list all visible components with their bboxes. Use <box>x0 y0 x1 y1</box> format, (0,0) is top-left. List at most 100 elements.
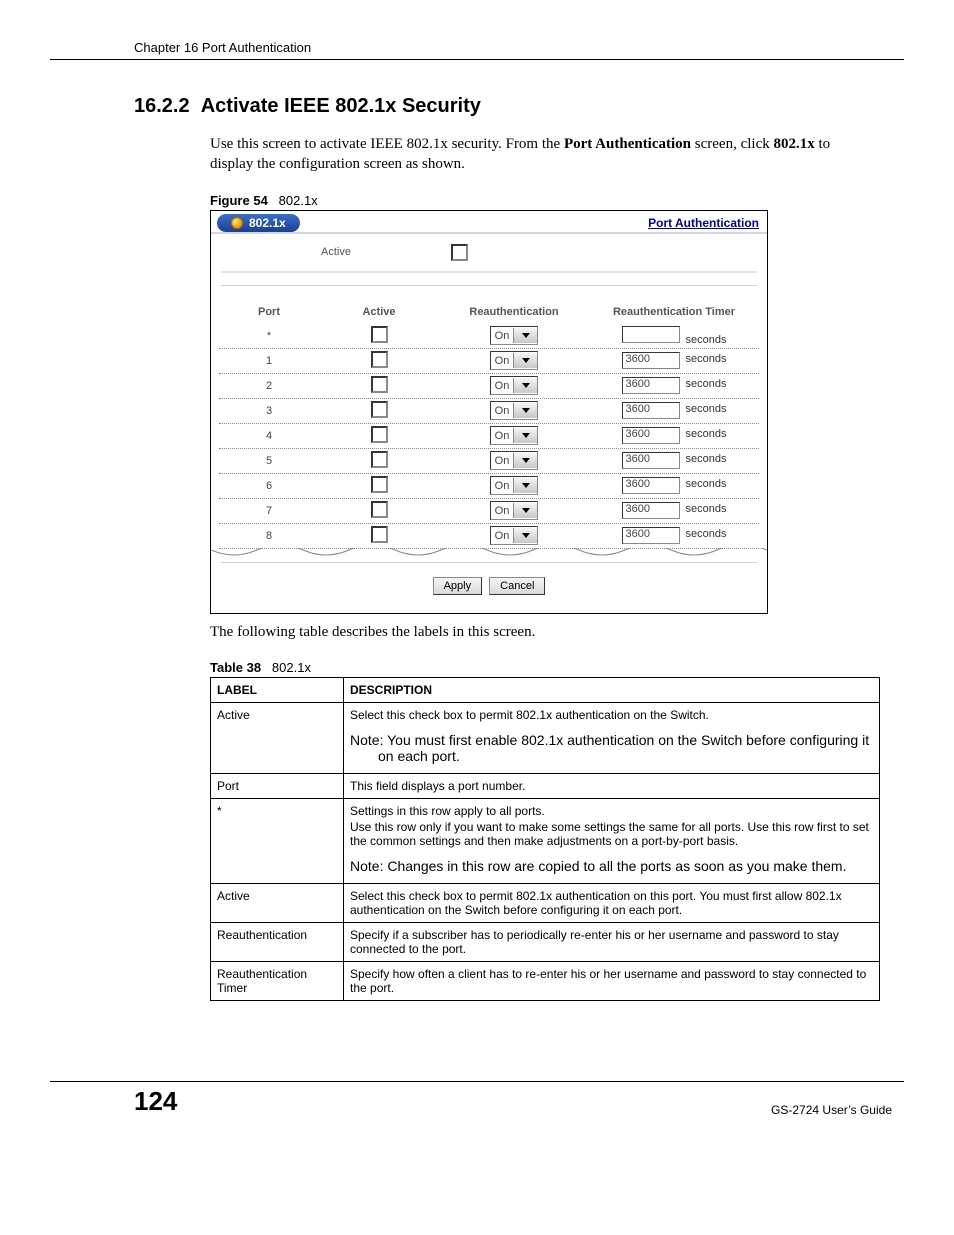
label-cell: Port <box>211 773 344 798</box>
unit-label: seconds <box>686 334 727 346</box>
active-checkbox[interactable] <box>451 244 468 261</box>
timer-input[interactable]: 3600 <box>622 452 680 469</box>
port-cell: 2 <box>219 380 319 392</box>
chevron-down-icon <box>513 328 537 343</box>
reauth-select[interactable]: On <box>490 326 539 345</box>
port-row: 6 On 3600 seconds <box>219 474 759 499</box>
col-reauth: Reauthentication <box>439 306 589 318</box>
port-active-checkbox[interactable] <box>371 426 388 443</box>
chevron-down-icon <box>513 503 537 518</box>
unit-label: seconds <box>686 403 727 415</box>
port-active-checkbox[interactable] <box>371 526 388 543</box>
note-text: Note: You must first enable 802.1x authe… <box>378 732 873 764</box>
figure-label: Figure 54 <box>210 193 268 208</box>
intro-text: screen, click <box>691 136 773 152</box>
page-number: 124 <box>134 1086 177 1117</box>
desc-text: Select this check box to permit 802.1x a… <box>350 889 873 917</box>
port-active-checkbox[interactable] <box>371 401 388 418</box>
port-cell: 7 <box>219 505 319 517</box>
port-row: 1On3600seconds <box>219 349 759 374</box>
intro-text: Use this screen to activate IEEE 802.1x … <box>210 136 564 152</box>
figure-caption-text: 802.1x <box>279 193 318 208</box>
figure-button-bar: Apply Cancel <box>221 562 757 605</box>
reauth-select[interactable]: On <box>490 526 539 545</box>
reauth-select[interactable]: On <box>490 351 539 370</box>
port-cell: 5 <box>219 455 319 467</box>
th-label: LABEL <box>211 677 344 702</box>
select-value: On <box>491 430 514 442</box>
col-timer: Reauthentication Timer <box>589 306 759 318</box>
timer-input[interactable]: 3600 <box>622 352 680 369</box>
chevron-down-icon <box>513 528 537 543</box>
timer-input[interactable]: 3600 <box>622 527 680 544</box>
select-value: On <box>491 330 514 342</box>
description-cell: Select this check box to permit 802.1x a… <box>344 883 880 922</box>
table-caption: Table 38 802.1x <box>210 660 904 675</box>
desc-text: Use this row only if you want to make so… <box>350 820 873 848</box>
label-cell: Reauthentication Timer <box>211 961 344 1000</box>
port-active-checkbox[interactable] <box>371 376 388 393</box>
label-cell: * <box>211 798 344 883</box>
unit-label: seconds <box>686 428 727 440</box>
reauth-select[interactable]: On <box>490 401 539 420</box>
port-row: 2On3600seconds <box>219 374 759 399</box>
reauth-select[interactable]: On <box>490 476 539 495</box>
port-active-checkbox[interactable] <box>371 501 388 518</box>
reauth-select[interactable]: On <box>490 376 539 395</box>
chapter-header: Chapter 16 Port Authentication <box>50 40 904 60</box>
timer-input[interactable]: 3600 <box>622 502 680 519</box>
port-row: 8On3600seconds <box>219 524 759 549</box>
guide-name: GS-2724 User’s Guide <box>771 1103 892 1117</box>
port-active-checkbox[interactable] <box>371 326 388 343</box>
tab-802-1x[interactable]: 802.1x <box>217 214 300 232</box>
section-title: Activate IEEE 802.1x Security <box>201 95 481 117</box>
cancel-button[interactable]: Cancel <box>489 577 545 595</box>
after-figure-text: The following table describes the labels… <box>210 622 874 642</box>
description-table: LABEL DESCRIPTION ActiveSelect this chec… <box>210 677 880 1001</box>
port-active-checkbox[interactable] <box>371 476 388 493</box>
port-cell: 4 <box>219 430 319 442</box>
port-authentication-link[interactable]: Port Authentication <box>648 216 759 230</box>
reauth-select[interactable]: On <box>490 426 539 445</box>
unit-label: seconds <box>686 478 727 490</box>
label-cell: Active <box>211 883 344 922</box>
select-value: On <box>491 455 514 467</box>
port-cell: * <box>219 330 319 342</box>
desc-text: This field displays a port number. <box>350 779 873 793</box>
note-text: Note: Changes in this row are copied to … <box>378 858 873 874</box>
intro-bold: 802.1x <box>773 136 814 152</box>
chevron-down-icon <box>513 478 537 493</box>
port-cell: 6 <box>219 480 319 492</box>
apply-button[interactable]: Apply <box>433 577 483 595</box>
section-heading: 16.2.2 Activate IEEE 802.1x Security <box>50 95 904 118</box>
reauth-select[interactable]: On <box>490 451 539 470</box>
port-active-checkbox[interactable] <box>371 451 388 468</box>
description-cell: Specify if a subscriber has to periodica… <box>344 922 880 961</box>
timer-input[interactable]: 3600 <box>622 377 680 394</box>
unit-label: seconds <box>686 503 727 515</box>
page-footer: 124 GS-2724 User’s Guide <box>50 1081 904 1117</box>
table-caption-text: 802.1x <box>272 660 311 675</box>
chevron-down-icon <box>513 353 537 368</box>
timer-input[interactable]: 3600 <box>622 427 680 444</box>
port-row: 7 On 3600 seconds <box>219 499 759 524</box>
reauth-select[interactable]: On <box>490 501 539 520</box>
description-cell: Select this check box to permit 802.1x a… <box>344 702 880 773</box>
port-active-checkbox[interactable] <box>371 351 388 368</box>
select-value: On <box>491 480 514 492</box>
description-cell: Settings in this row apply to all ports.… <box>344 798 880 883</box>
tab-indicator-icon <box>231 217 243 229</box>
intro-paragraph: Use this screen to activate IEEE 802.1x … <box>210 134 874 175</box>
port-row: * On seconds <box>219 324 759 349</box>
desc-text: Settings in this row apply to all ports. <box>350 804 873 818</box>
timer-input[interactable] <box>622 326 680 343</box>
label-cell: Active <box>211 702 344 773</box>
tab-label: 802.1x <box>249 216 286 230</box>
col-port: Port <box>219 306 319 318</box>
chevron-down-icon <box>513 403 537 418</box>
label-cell: Reauthentication <box>211 922 344 961</box>
timer-input[interactable]: 3600 <box>622 477 680 494</box>
chevron-down-icon <box>513 428 537 443</box>
port-row: 5On3600seconds <box>219 449 759 474</box>
timer-input[interactable]: 3600 <box>622 402 680 419</box>
